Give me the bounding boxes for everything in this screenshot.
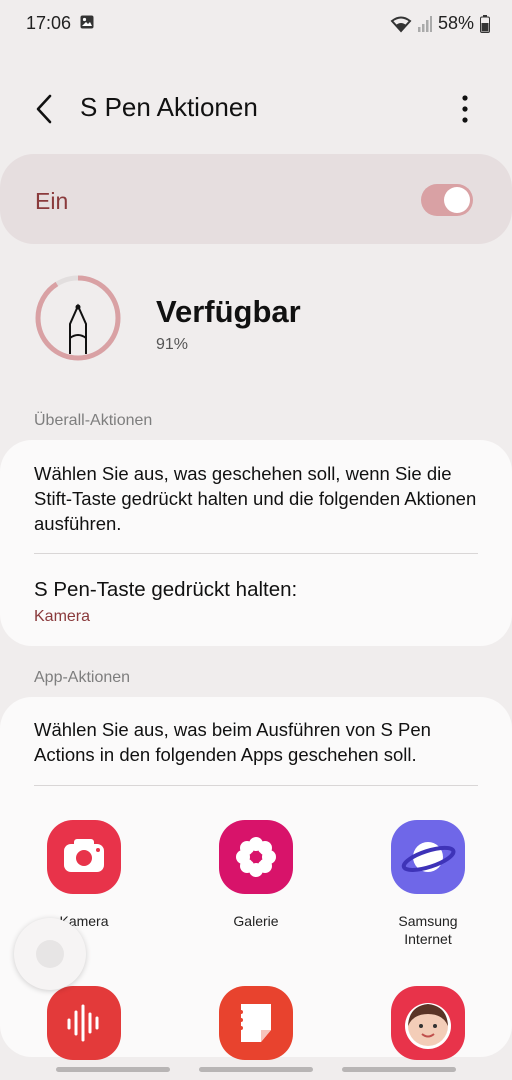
divider <box>34 785 478 786</box>
section-header-anywhere: Überall-Aktionen <box>34 412 153 429</box>
s-pen-icon <box>69 303 87 354</box>
floating-button-inner <box>36 940 64 968</box>
more-vertical-icon <box>462 95 468 123</box>
nav-handle-center[interactable] <box>199 1067 313 1072</box>
status-time: 17:06 <box>26 13 72 33</box>
app-notes[interactable] <box>191 986 321 1060</box>
app-description: Wählen Sie aus, was beim Ausführen von S… <box>34 719 431 765</box>
app-voice-recorder[interactable] <box>19 986 149 1060</box>
toggle-knob <box>444 187 470 213</box>
signal-icon <box>417 15 432 32</box>
master-switch-label: Ein <box>35 188 69 214</box>
anywhere-description: Wählen Sie aus, was geschehen soll, wenn… <box>34 463 477 534</box>
pen-button-hold-value: Kamera <box>34 608 91 625</box>
app-gallery[interactable]: Galerie <box>191 820 321 930</box>
back-button[interactable] <box>30 92 60 126</box>
status-indicators: 58% <box>390 13 490 34</box>
more-options-button[interactable] <box>452 94 478 124</box>
battery-percent: 58% <box>437 13 474 33</box>
battery-percent-label: 91% <box>156 336 189 353</box>
availability-title: Verfügbar <box>156 294 301 329</box>
camera-icon <box>47 820 121 894</box>
gallery-notification-icon <box>80 15 94 34</box>
app-ar-emoji[interactable] <box>363 986 493 1060</box>
master-toggle[interactable] <box>421 184 473 216</box>
notes-icon <box>219 986 293 1060</box>
pen-button-hold-title: S Pen-Taste gedrückt halten: <box>34 578 298 601</box>
wifi-icon <box>390 16 412 32</box>
app-label: Galerie <box>233 913 279 929</box>
chevron-left-icon <box>36 94 52 124</box>
app-camera[interactable]: Kamera <box>19 820 149 930</box>
battery-icon <box>480 14 490 33</box>
divider <box>34 553 478 554</box>
nav-handle-right[interactable] <box>342 1067 456 1072</box>
floating-assistant-button[interactable] <box>14 918 86 990</box>
page-title: S Pen Aktionen <box>80 92 258 122</box>
ar-emoji-icon <box>391 986 465 1060</box>
voice-recorder-icon <box>47 986 121 1060</box>
planet-icon <box>391 820 465 894</box>
section-header-app: App-Aktionen <box>34 669 131 686</box>
flower-icon <box>219 820 293 894</box>
app-label: Samsung Internet <box>398 913 458 947</box>
nav-handle-left[interactable] <box>56 1067 170 1072</box>
app-samsung-internet[interactable]: Samsung Internet <box>363 820 493 948</box>
battery-ring <box>34 274 122 362</box>
